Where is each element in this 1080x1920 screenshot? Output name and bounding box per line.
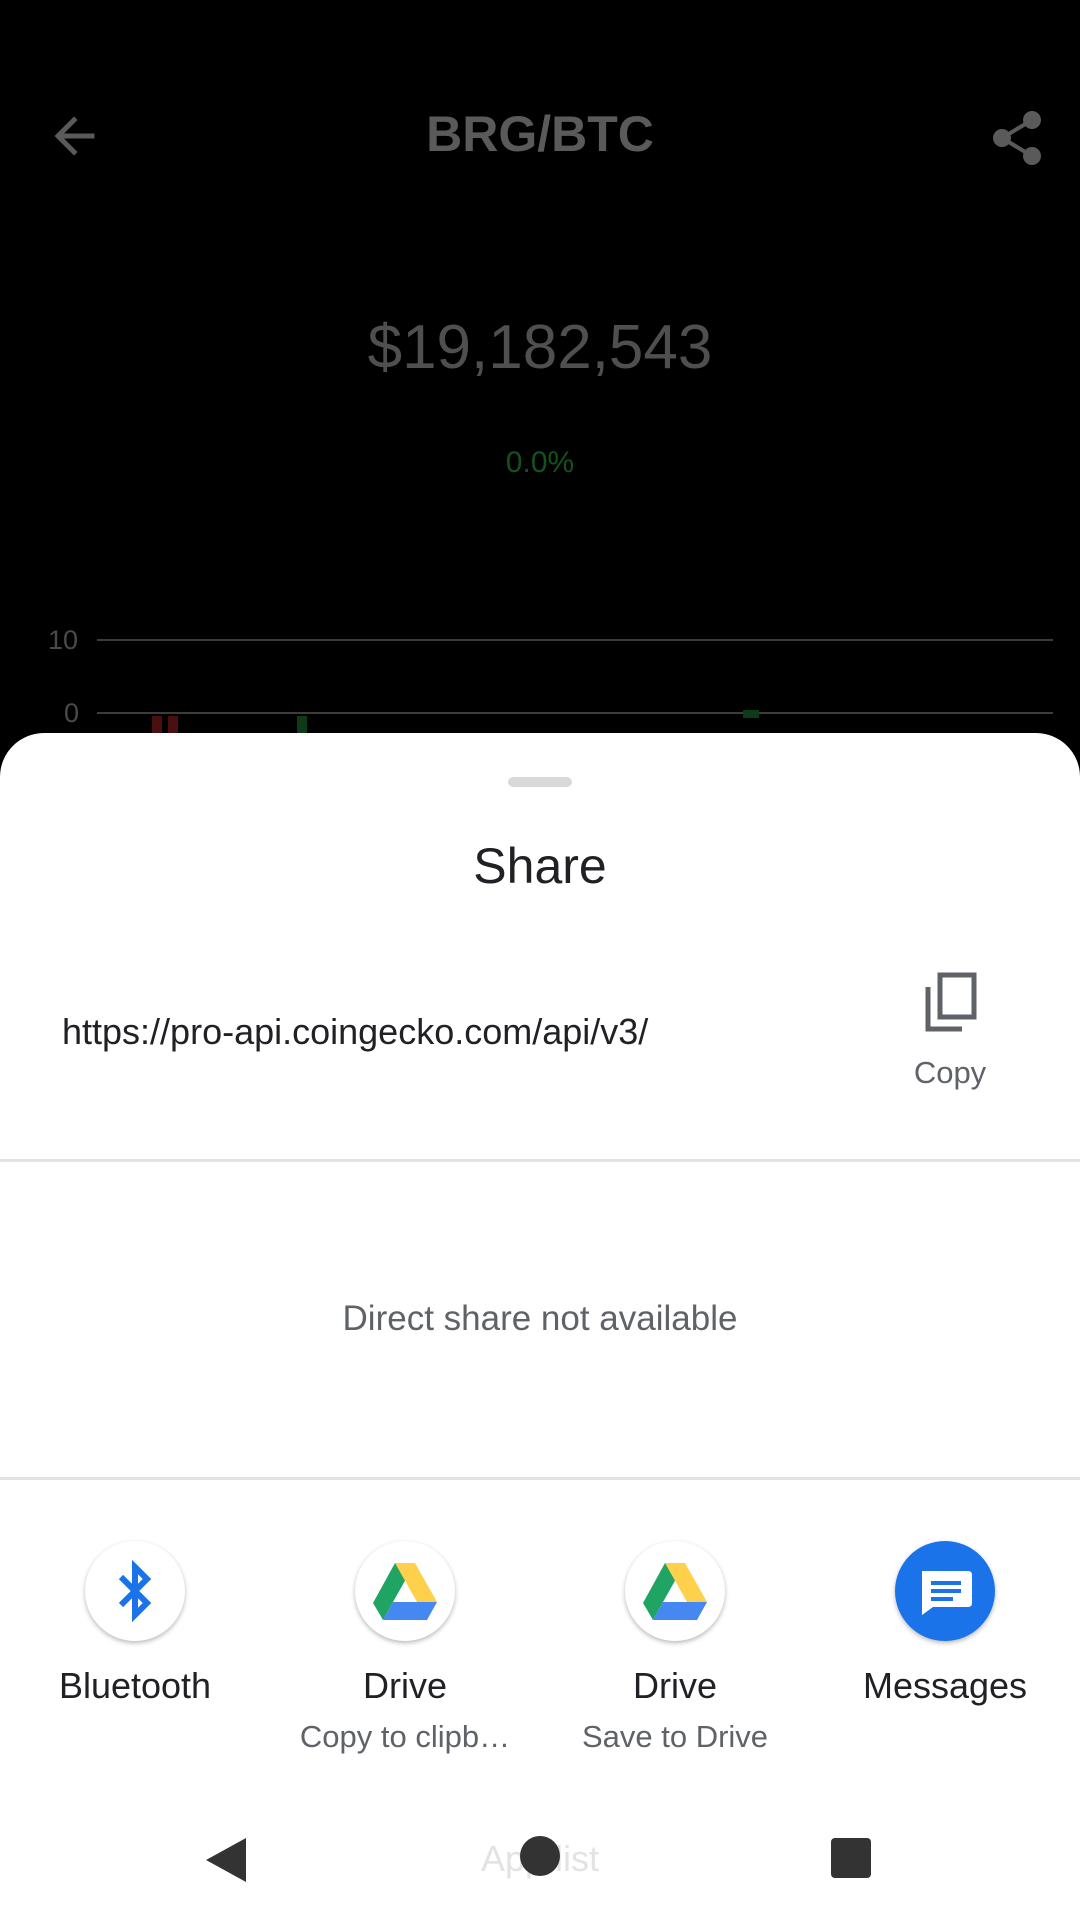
- divider: [0, 1159, 1080, 1162]
- drive-icon: [625, 1541, 725, 1641]
- navigation-bar: App list: [0, 1796, 1080, 1920]
- chart-gridline: [97, 712, 1053, 714]
- direct-share-message: Direct share not available: [342, 1299, 738, 1338]
- share-target-bluetooth[interactable]: Bluetooth: [0, 1541, 270, 1771]
- share-sheet-title: Share: [473, 838, 607, 894]
- share-target-label: Drive: [632, 1665, 717, 1706]
- divider: [0, 1477, 1080, 1480]
- drag-handle[interactable]: [508, 777, 572, 787]
- chart-bar: [743, 710, 759, 718]
- share-target-sublabel: Copy to clipb…: [299, 1719, 511, 1754]
- share-sheet: Share https://pro-api.coingecko.com/api/…: [0, 733, 1080, 1796]
- chart-gridline: [97, 639, 1053, 641]
- nav-back-icon[interactable]: [204, 1836, 248, 1884]
- copy-button[interactable]: Copy: [880, 969, 1020, 1099]
- share-icon[interactable]: [990, 108, 1046, 168]
- share-target-messages[interactable]: Messages: [810, 1541, 1080, 1771]
- messages-icon: [895, 1541, 995, 1641]
- share-target-label: Bluetooth: [58, 1665, 212, 1706]
- nav-home-icon[interactable]: [520, 1836, 560, 1876]
- chart-tick-0: 0: [64, 698, 80, 728]
- share-target-drive-copy[interactable]: Drive Copy to clipb…: [270, 1541, 540, 1771]
- price-change: 0.0%: [505, 446, 575, 479]
- drive-icon: [355, 1541, 455, 1641]
- share-target-label: Drive: [362, 1665, 447, 1706]
- nav-recents-icon[interactable]: [831, 1838, 871, 1878]
- page-title: BRG/BTC: [426, 106, 654, 162]
- bluetooth-icon: [85, 1541, 185, 1641]
- copy-label: Copy: [913, 1055, 987, 1090]
- copy-icon: [925, 972, 977, 1032]
- background-app: BRG/BTC $19,182,543 0.0% 10 0: [0, 0, 1080, 760]
- chart-tick-10: 10: [48, 625, 79, 655]
- share-target-drive-save[interactable]: Drive Save to Drive: [540, 1541, 810, 1771]
- share-target-sublabel: Save to Drive: [581, 1719, 769, 1754]
- shared-url: https://pro-api.coingecko.com/api/v3/: [62, 1011, 649, 1052]
- share-target-label: Messages: [862, 1665, 1028, 1706]
- price-value: $19,182,543: [367, 313, 713, 382]
